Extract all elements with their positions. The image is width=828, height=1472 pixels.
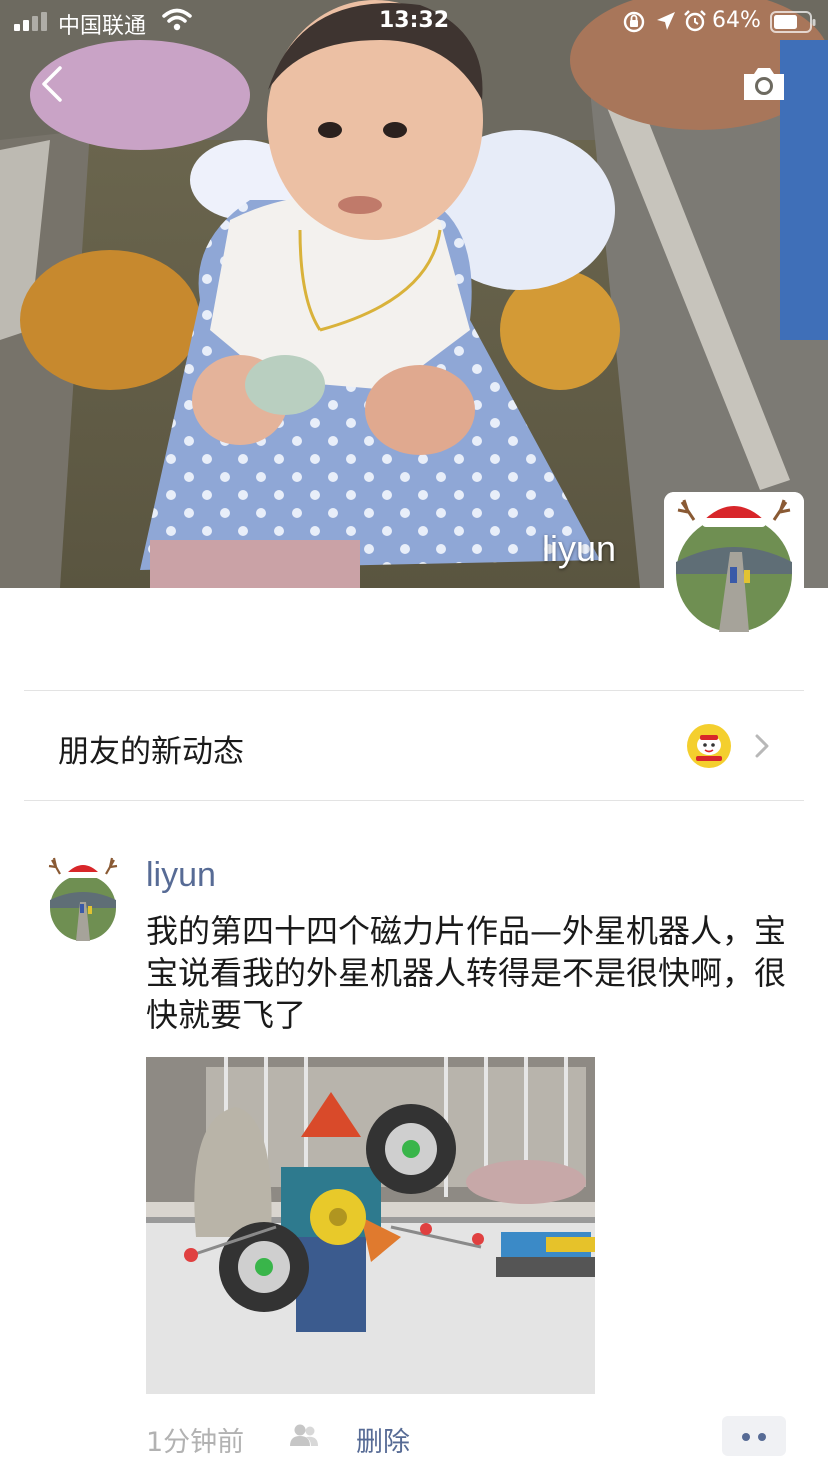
battery-percent: 64% <box>712 8 761 33</box>
post-time: 1分钟前 <box>146 1427 245 1458</box>
post-author-avatar[interactable] <box>46 852 120 942</box>
chevron-right-icon <box>755 734 769 758</box>
post-image[interactable] <box>146 1057 595 1394</box>
battery-icon <box>770 11 816 33</box>
more-dots-icon <box>758 1433 766 1441</box>
orientation-lock-icon <box>623 11 645 33</box>
friend-updates-row[interactable]: 朋友的新动态 <box>24 692 804 800</box>
camera-icon[interactable] <box>740 64 788 104</box>
avatar-image <box>664 492 804 632</box>
friend-updates-label: 朋友的新动态 <box>58 734 244 770</box>
alarm-icon <box>684 10 706 32</box>
divider <box>24 690 804 691</box>
post-photo <box>146 1057 595 1394</box>
avatar-image <box>48 857 118 941</box>
back-chevron-icon[interactable] <box>34 62 74 106</box>
post-text: 我的第四十四个磁力片作品—外星机器人，宝宝说看我的外星机器人转得是不是很快啊，很… <box>146 912 787 1034</box>
location-icon <box>657 12 675 30</box>
status-bar: 中国联通 13:32 64% <box>0 0 828 44</box>
divider <box>24 800 804 801</box>
friends-icon[interactable] <box>288 1422 320 1448</box>
profile-avatar[interactable] <box>664 492 804 632</box>
delete-link[interactable]: 删除 <box>356 1420 410 1459</box>
post-author-name[interactable]: liyun <box>146 856 216 895</box>
friend-avatar-icon <box>687 724 731 768</box>
profile-name: liyun <box>541 528 616 569</box>
more-button[interactable] <box>722 1416 786 1456</box>
more-dots-icon <box>742 1433 750 1441</box>
post-footer: 1分钟前 删除 <box>0 1412 828 1460</box>
